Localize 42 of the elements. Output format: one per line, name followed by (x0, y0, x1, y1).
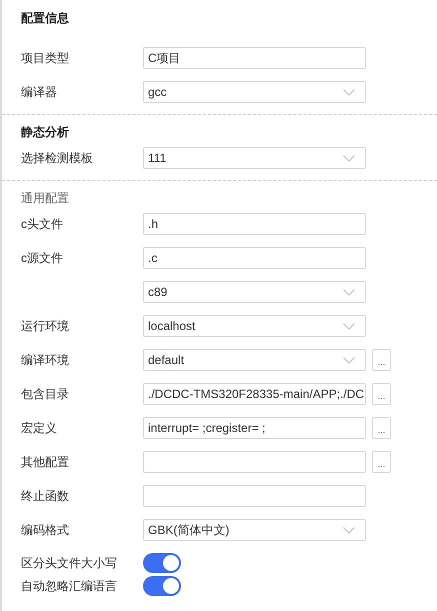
select-field[interactable]: c89 (143, 281, 366, 303)
field-label: 项目类型 (21, 50, 69, 64)
browse-button[interactable]: ... (372, 451, 391, 473)
field-label: c源文件 (21, 250, 63, 264)
field-label: 编码格式 (21, 522, 69, 536)
section-heading: 配置信息 (21, 10, 70, 27)
field-label: 终止函数 (21, 488, 69, 502)
text-field[interactable]: C项目 (143, 47, 366, 69)
text-field[interactable]: ./DCDC-TMS320F28335-main/APP;./DC (143, 383, 366, 405)
select-field[interactable]: default (143, 349, 366, 371)
toggle-switch[interactable] (143, 576, 181, 596)
chevron-down-icon (343, 155, 355, 162)
field-label: 区分头文件大小写 (21, 556, 117, 570)
text-field[interactable] (143, 451, 366, 473)
field-label: c头文件 (21, 216, 63, 230)
field-label: 包含目录 (21, 386, 69, 400)
select-field[interactable]: 111 (143, 147, 366, 169)
chevron-down-icon (343, 527, 355, 534)
field-label: 其他配置 (21, 454, 69, 468)
chevron-down-icon (343, 289, 355, 296)
field-label: 宏定义 (21, 420, 57, 434)
text-field[interactable] (143, 485, 366, 507)
browse-button[interactable]: ... (372, 417, 391, 439)
text-field[interactable]: .h (143, 213, 366, 235)
field-label: 编译器 (21, 84, 57, 98)
text-field[interactable]: .c (143, 247, 366, 269)
field-label: 运行环境 (21, 318, 69, 332)
chevron-down-icon (343, 89, 355, 96)
select-field[interactable]: localhost (143, 315, 366, 337)
browse-button[interactable]: ... (372, 349, 391, 371)
chevron-down-icon (343, 357, 355, 364)
select-field[interactable]: gcc (143, 81, 366, 103)
field-label: 编译环境 (21, 352, 69, 366)
field-label: 自动忽略汇编语言 (21, 578, 117, 592)
toggle-switch[interactable] (143, 553, 181, 573)
text-field[interactable]: interrupt= ;cregister= ; (143, 417, 366, 439)
select-field[interactable]: GBK(简体中文) (143, 519, 366, 541)
chevron-down-icon (343, 323, 355, 330)
browse-button[interactable]: ... (372, 383, 391, 405)
group-heading: 通用配置 (21, 190, 70, 207)
section-heading: 静态分析 (21, 124, 70, 141)
field-label: 选择检测模板 (21, 150, 93, 164)
